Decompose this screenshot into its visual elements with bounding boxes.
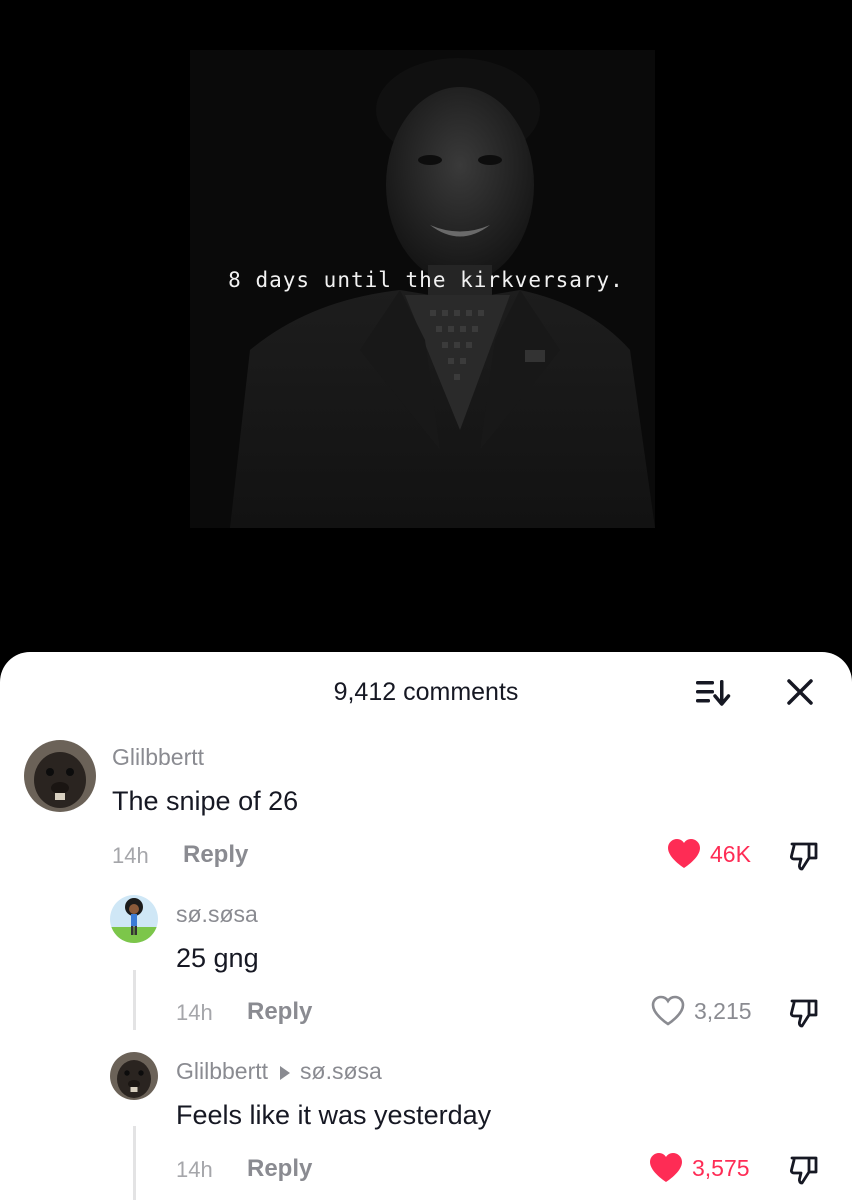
thumbs-down-icon — [789, 842, 818, 871]
comment-timestamp: 14h — [176, 1000, 213, 1025]
comment-username[interactable]: sø.søsa — [176, 901, 258, 928]
like-button[interactable]: 46K — [666, 838, 751, 870]
close-icon — [787, 679, 813, 705]
comments-sheet: 9,412 comments Glilbbertt The snipe of 2… — [0, 652, 852, 1200]
video-player[interactable]: 8 days until the kirkversary. — [0, 0, 852, 680]
like-button[interactable]: 3,575 — [648, 1152, 750, 1184]
like-count: 46K — [710, 840, 751, 867]
avatar[interactable] — [110, 1052, 158, 1100]
sort-button[interactable] — [690, 674, 734, 710]
comment-text: The snipe of 26 — [112, 786, 299, 816]
comment-text: Feels like it was yesterday — [176, 1100, 492, 1130]
avatar[interactable] — [110, 895, 158, 943]
reply-header: Glilbbertt sø.søsa — [176, 1058, 382, 1085]
cartoon-avatar-image — [110, 895, 158, 943]
like-count: 3,215 — [694, 997, 752, 1024]
video-caption-overlay: 8 days until the kirkversary. — [228, 268, 624, 292]
avatar[interactable] — [24, 740, 96, 812]
heart-filled-icon — [668, 839, 700, 868]
thread-line — [133, 970, 136, 1030]
comment-username[interactable]: Glilbbertt — [176, 1058, 268, 1084]
comment-timestamp: 14h — [176, 1157, 213, 1182]
reply-button[interactable]: Reply — [183, 841, 248, 869]
close-button[interactable] — [782, 674, 818, 710]
comment-username[interactable]: Glilbbertt — [112, 744, 204, 771]
tiktok-video-screen: 8 days until the kirkversary. 9,412 comm… — [0, 0, 852, 1200]
reply-arrow-icon — [280, 1065, 291, 1080]
heart-filled-icon — [650, 1153, 682, 1182]
thumbs-down-icon — [789, 1156, 818, 1185]
like-count: 3,575 — [692, 1154, 750, 1181]
reply-button[interactable]: Reply — [247, 998, 312, 1026]
like-button[interactable]: 3,215 — [650, 995, 752, 1027]
heart-outline-icon — [651, 995, 685, 1026]
thread-line — [133, 1126, 136, 1200]
thumbs-down-icon — [789, 999, 818, 1028]
dislike-button[interactable] — [787, 1153, 821, 1187]
reply-button[interactable]: Reply — [247, 1155, 312, 1183]
beaver-avatar-image — [110, 1052, 158, 1100]
beaver-avatar-image — [24, 740, 96, 812]
replied-to-username[interactable]: sø.søsa — [300, 1058, 382, 1084]
comment-text: 25 gng — [176, 943, 259, 973]
dislike-button[interactable] — [787, 839, 821, 873]
dislike-button[interactable] — [787, 996, 821, 1030]
comment-timestamp: 14h — [112, 843, 149, 868]
sort-icon — [696, 680, 731, 706]
